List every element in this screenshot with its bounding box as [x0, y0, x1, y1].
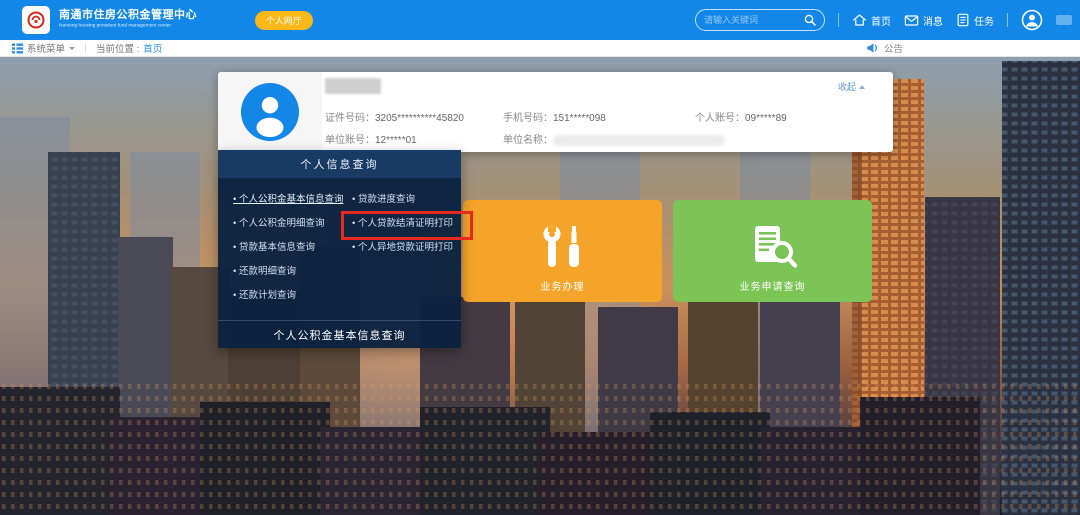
business-application-query-card[interactable]: 业务申请查询: [673, 200, 872, 302]
home-icon: [852, 13, 867, 27]
system-menu-button[interactable]: 系统菜单: [12, 41, 75, 55]
site-logo: [22, 6, 50, 34]
field-label: 证件号码：: [325, 113, 375, 124]
menu-item-repayment-detail-query[interactable]: 还款明细查询: [233, 260, 352, 284]
breadcrumb: 当前位置 : 首页: [96, 41, 162, 55]
nav-message-label: 消息: [923, 13, 943, 28]
business-application-query-label: 业务申请查询: [740, 278, 806, 293]
location-label: 当前位置 :: [96, 41, 139, 55]
user-name-redacted: [325, 78, 381, 94]
field-label: 个人账号：: [695, 113, 745, 124]
avatar-zone: [218, 72, 322, 152]
field-unit-name: 单位名称：: [503, 131, 725, 146]
user-info-card: 收起 证件号码：3205**********45820 手机号码：151****…: [218, 72, 893, 152]
collapse-button[interactable]: 收起: [838, 80, 865, 93]
document-search-icon: [748, 222, 798, 272]
personal-hall-badge: 个人网厅: [255, 11, 313, 30]
nav-task[interactable]: 任务: [956, 13, 994, 28]
menu-column-right: 贷款进度查询 个人贷款结清证明打印 个人异地贷款证明打印: [352, 188, 461, 308]
menu-item-repayment-plan-query[interactable]: 还款计划查询: [233, 284, 352, 308]
field-value: 09*****89: [745, 113, 787, 124]
business-handling-label: 业务办理: [541, 278, 585, 293]
personal-info-dropdown: 个人信息查询 个人公积金基本信息查询 个人公积金明细查询 贷款基本信息查询 还款…: [218, 150, 461, 348]
menu-grid-icon: [12, 43, 23, 54]
divider: [838, 13, 839, 27]
menu-item-loan-basic-info-query[interactable]: 贷款基本信息查询: [233, 236, 352, 260]
brand-area: 南通市住房公积金管理中心 Nantong housing provident f…: [0, 6, 313, 34]
tools-icon: [538, 222, 588, 272]
field-value: 12*****01: [375, 135, 417, 146]
breadcrumb-bar: 系统菜单 当前位置 : 首页 公告: [0, 40, 1080, 57]
main-content: 收起 证件号码：3205**********45820 手机号码：151****…: [0, 57, 1080, 515]
site-title: 南通市住房公积金管理中心: [59, 10, 246, 21]
dropdown-menu: 个人公积金基本信息查询 个人公积金明细查询 贷款基本信息查询 还款明细查询 还款…: [218, 178, 461, 308]
announcement-link[interactable]: 公告: [866, 40, 903, 56]
site-subtitle: Nantong housing provident fund managemen…: [59, 23, 171, 28]
nav-task-label: 任务: [974, 13, 994, 28]
header-actions: 首页 消息 任务: [695, 0, 1072, 40]
announcement-label: 公告: [884, 41, 903, 55]
top-header-bar: 南通市住房公积金管理中心 Nantong housing provident f…: [0, 0, 1080, 40]
field-value: 3205**********45820: [375, 113, 464, 124]
provident-fund-emblem-icon: [26, 10, 46, 30]
dropdown-footer-link[interactable]: 个人公积金基本信息查询: [218, 320, 461, 348]
field-unit-account: 单位账号：12*****01: [325, 131, 417, 146]
search-icon[interactable]: [804, 14, 816, 26]
field-phone-number: 手机号码：151*****098: [503, 109, 606, 124]
system-menu-label: 系统菜单: [27, 41, 65, 55]
unit-name-redacted: [553, 135, 725, 146]
username-redacted: [1056, 15, 1072, 25]
dropdown-title: 个人信息查询: [218, 150, 461, 178]
task-icon: [956, 13, 970, 27]
field-label: 单位名称：: [503, 135, 553, 146]
field-personal-account: 个人账号：09*****89: [695, 109, 787, 124]
speaker-icon: [866, 42, 879, 54]
field-value: 151*****098: [553, 113, 606, 124]
field-label: 手机号码：: [503, 113, 553, 124]
brand-text: 南通市住房公积金管理中心 Nantong housing provident f…: [59, 10, 246, 31]
field-id-number: 证件号码：3205**********45820: [325, 109, 464, 124]
chevron-down-icon: [69, 47, 75, 50]
nav-home-label: 首页: [871, 13, 891, 28]
nav-home[interactable]: 首页: [852, 13, 891, 28]
divider: [1007, 13, 1008, 27]
divider: [85, 43, 86, 53]
menu-item-fund-detail-query[interactable]: 个人公积金明细查询: [233, 212, 352, 236]
chevron-up-icon: [859, 85, 865, 89]
menu-column-left: 个人公积金基本信息查询 个人公积金明细查询 贷款基本信息查询 还款明细查询 还款…: [233, 188, 352, 308]
field-label: 单位账号：: [325, 135, 375, 146]
search-box[interactable]: [695, 9, 825, 31]
search-input[interactable]: [704, 15, 804, 25]
business-handling-card[interactable]: 业务办理: [463, 200, 662, 302]
menu-item-loan-settlement-cert-print[interactable]: 个人贷款结清证明打印: [352, 212, 461, 236]
menu-item-remote-loan-cert-print[interactable]: 个人异地贷款证明打印: [352, 236, 461, 260]
user-avatar-icon[interactable]: [1021, 9, 1043, 31]
user-avatar-large-icon: [241, 83, 299, 141]
message-icon: [904, 14, 919, 27]
collapse-label: 收起: [838, 80, 856, 93]
menu-item-fund-basic-info-query[interactable]: 个人公积金基本信息查询: [233, 188, 352, 212]
menu-item-loan-progress-query[interactable]: 贷款进度查询: [352, 188, 461, 212]
breadcrumb-home-link[interactable]: 首页: [143, 41, 162, 55]
nav-message[interactable]: 消息: [904, 13, 943, 28]
